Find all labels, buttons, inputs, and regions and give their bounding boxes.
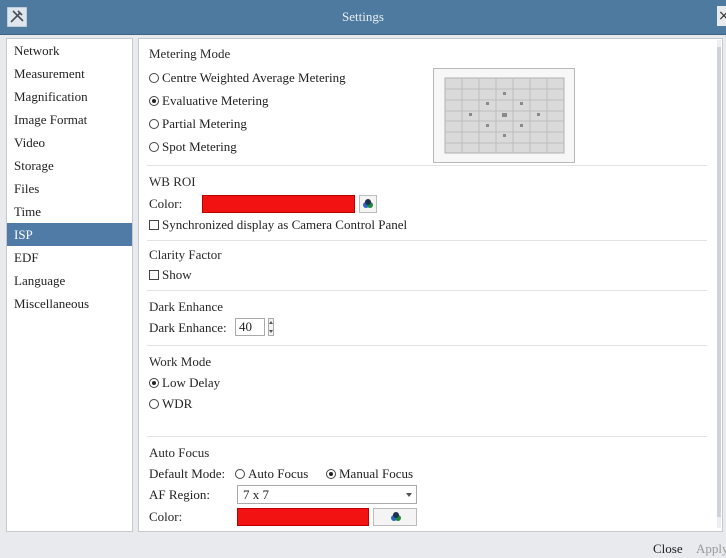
work-mode-title: Work Mode — [149, 354, 212, 369]
sync-display-option[interactable]: Synchronized display as Camera Control P… — [149, 217, 407, 233]
clarity-factor-title: Clarity Factor — [149, 247, 222, 262]
af-color-swatch[interactable] — [237, 508, 369, 526]
work-mode-low-delay[interactable]: Low Delay — [149, 375, 220, 391]
metering-option-spot[interactable]: Spot Metering — [149, 139, 237, 155]
af-mode-label: Auto Focus — [248, 466, 309, 481]
af-region-value: 7 x 7 — [243, 487, 269, 502]
metering-mode-title: Metering Mode — [149, 46, 231, 61]
color-picker-icon — [363, 199, 373, 208]
dark-enhance-label: Dark Enhance: — [149, 320, 227, 335]
af-region-select[interactable]: 7 x 7 — [237, 485, 417, 504]
nav-item-storage[interactable]: Storage — [7, 154, 132, 177]
nav-item-miscellaneous[interactable]: Miscellaneous — [7, 292, 132, 315]
wb-roi-title: WB ROI — [149, 174, 196, 189]
close-icon[interactable]: × — [717, 6, 726, 26]
af-color-picker-button[interactable] — [373, 508, 417, 526]
wb-color-swatch[interactable] — [202, 195, 355, 213]
nav-item-video[interactable]: Video — [7, 131, 132, 154]
metering-option-label: Spot Metering — [162, 139, 237, 154]
dark-enhance-stepper[interactable] — [268, 318, 274, 336]
af-color-label: Color: — [149, 509, 183, 524]
section-divider — [147, 290, 707, 291]
work-mode-label: Low Delay — [162, 375, 221, 390]
metering-preview-grid — [433, 68, 575, 163]
nav-item-files[interactable]: Files — [7, 177, 132, 200]
default-mode-label: Default Mode: — [149, 466, 226, 481]
work-mode-label: WDR — [162, 396, 193, 411]
clarity-show-label: Show — [162, 267, 192, 282]
radio-partial[interactable] — [149, 119, 159, 129]
stepper-arrows-icon — [269, 321, 273, 333]
section-divider — [147, 240, 707, 241]
wb-color-picker-button[interactable] — [359, 195, 377, 213]
clarity-show-option[interactable]: Show — [149, 267, 192, 283]
clarity-show-checkbox[interactable] — [149, 270, 159, 280]
nav-item-isp[interactable]: ISP — [7, 223, 132, 246]
radio-spot[interactable] — [149, 142, 159, 152]
color-picker-icon — [391, 512, 401, 521]
nav-item-measurement[interactable]: Measurement — [7, 62, 132, 85]
wb-color-label: Color: — [149, 196, 183, 211]
window-title: Settings — [342, 9, 384, 24]
metering-option-label: Partial Metering — [162, 116, 247, 131]
af-region-label: AF Region: — [149, 487, 211, 502]
radio-auto-focus[interactable] — [235, 469, 245, 479]
scrollbar-thumb[interactable] — [717, 47, 721, 517]
metering-option-partial[interactable]: Partial Metering — [149, 116, 247, 132]
settings-nav: Network Measurement Magnification Image … — [6, 38, 133, 532]
isp-settings-panel: Metering Mode Centre Weighted Average Me… — [138, 38, 723, 532]
nav-item-image-format[interactable]: Image Format — [7, 108, 132, 131]
section-divider — [147, 345, 707, 346]
apply-button[interactable]: Apply — [696, 540, 726, 558]
section-divider — [147, 436, 707, 437]
chevron-down-icon — [406, 493, 412, 497]
dark-enhance-title: Dark Enhance — [149, 299, 223, 314]
nav-item-network[interactable]: Network — [7, 39, 132, 62]
sync-display-label: Synchronized display as Camera Control P… — [162, 217, 408, 232]
metering-option-evaluative[interactable]: Evaluative Metering — [149, 93, 269, 109]
title-bar: Settings × — [0, 0, 726, 35]
radio-wdr[interactable] — [149, 399, 159, 409]
dark-enhance-input[interactable]: 40 — [235, 318, 265, 336]
metering-option-centre[interactable]: Centre Weighted Average Metering — [149, 70, 346, 86]
radio-low-delay[interactable] — [149, 378, 159, 388]
nav-item-time[interactable]: Time — [7, 200, 132, 223]
radio-manual-focus[interactable] — [326, 469, 336, 479]
metering-option-label: Evaluative Metering — [162, 93, 269, 108]
metering-option-label: Centre Weighted Average Metering — [162, 70, 346, 85]
section-divider — [147, 165, 707, 166]
close-button[interactable]: Close — [653, 540, 683, 558]
af-mode-label: Manual Focus — [339, 466, 414, 481]
auto-focus-title: Auto Focus — [149, 445, 210, 460]
settings-scrollbar[interactable] — [717, 40, 721, 528]
nav-item-language[interactable]: Language — [7, 269, 132, 292]
work-mode-wdr[interactable]: WDR — [149, 396, 192, 412]
af-mode-manual[interactable]: Manual Focus — [326, 466, 413, 482]
sync-display-checkbox[interactable] — [149, 220, 159, 230]
nav-item-edf[interactable]: EDF — [7, 246, 132, 269]
nav-item-magnification[interactable]: Magnification — [7, 85, 132, 108]
af-mode-auto[interactable]: Auto Focus — [235, 466, 308, 482]
radio-evaluative[interactable] — [149, 96, 159, 106]
metering-grid-graphic — [444, 77, 565, 154]
radio-centre-weighted[interactable] — [149, 73, 159, 83]
